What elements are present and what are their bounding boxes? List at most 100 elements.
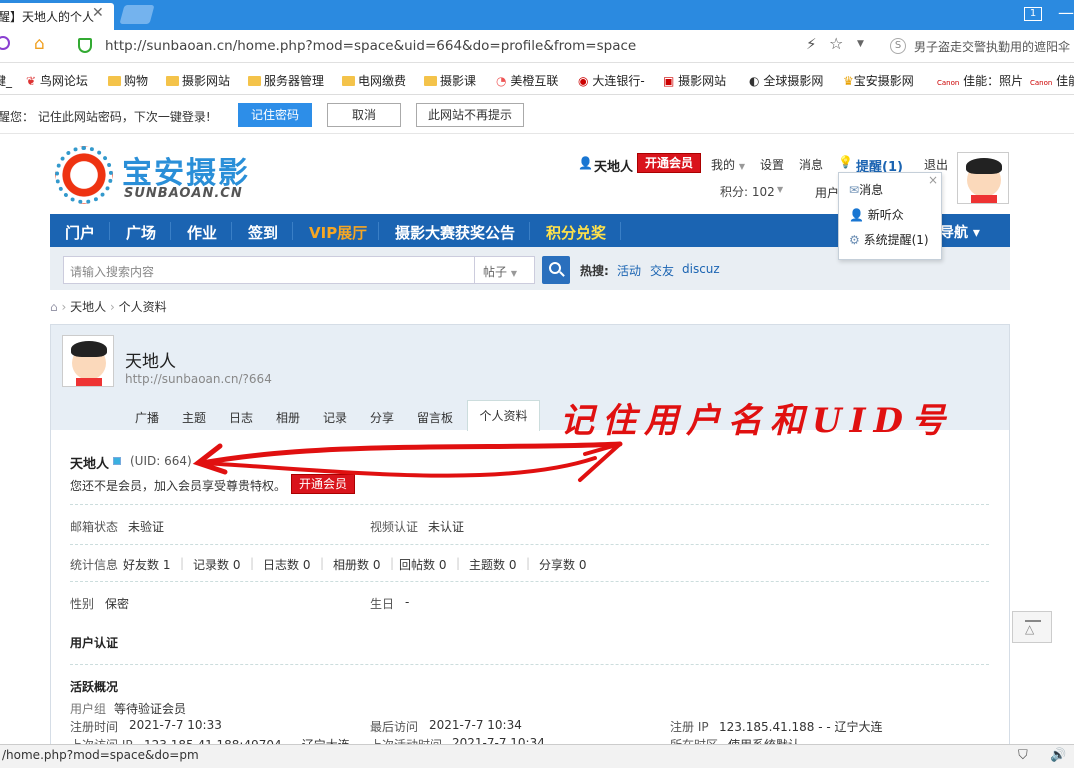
minimize-icon[interactable]: — xyxy=(1058,3,1074,22)
bookmark-item[interactable]: 键_ xyxy=(0,72,12,89)
star-icon[interactable]: ☆ xyxy=(829,34,843,53)
home-icon[interactable]: ⌂ xyxy=(34,34,45,54)
breadcrumb-user[interactable]: 天地人 xyxy=(70,300,106,314)
credits-link[interactable]: 积分: 102 xyxy=(720,183,775,200)
nav-item-homework[interactable]: 作业 xyxy=(187,222,217,243)
bookmark-label: 佳能：照片 xyxy=(963,74,1024,88)
bookmark-item[interactable]: 购物 xyxy=(108,72,148,89)
folder-icon xyxy=(424,76,437,86)
bookmark-item[interactable]: ▣ 摄影网站 xyxy=(663,72,726,89)
window-list-icon[interactable]: 1 xyxy=(1024,7,1042,21)
chevron-down-icon[interactable]: ▼ xyxy=(857,39,864,49)
canon-icon: Canon xyxy=(1030,79,1053,87)
nav-item-square[interactable]: 广场 xyxy=(126,222,156,243)
stat-replies[interactable]: 回帖数 0 xyxy=(399,556,446,573)
bookmark-item[interactable]: ◉ 大连银行- xyxy=(578,72,645,89)
profile-avatar[interactable] xyxy=(62,335,114,387)
globe-icon: ◐ xyxy=(749,74,760,88)
stat-records[interactable]: 记录数 0 xyxy=(193,556,240,573)
bookmark-item[interactable]: Canon 佳能 xyxy=(1030,72,1074,89)
nav-divider xyxy=(109,222,110,240)
canon-icon: Canon xyxy=(937,79,960,87)
profile-url[interactable]: http://sunbaoan.cn/?664 xyxy=(125,372,272,386)
top-link-my[interactable]: 我的 ▼ xyxy=(711,156,745,173)
profile-username: 天地人 xyxy=(70,457,110,472)
new-tab-button[interactable] xyxy=(119,5,155,24)
search-engine-icon[interactable]: S xyxy=(890,38,906,54)
chevron-down-icon[interactable]: ▼ xyxy=(777,185,783,194)
dropdown-item-messages[interactable]: ✉消息 xyxy=(849,181,883,198)
tab-broadcast[interactable]: 广播 xyxy=(135,409,159,426)
tab-share[interactable]: 分享 xyxy=(370,409,394,426)
hot-word-link[interactable]: discuz xyxy=(682,262,720,276)
news-ticker[interactable]: 男子盗走交警执勤用的遮阳伞 xyxy=(914,38,1070,55)
hot-word-link[interactable]: 活动 xyxy=(617,262,641,279)
nav-item-vip[interactable]: VIP展厅 xyxy=(309,222,367,243)
cancel-button[interactable]: 取消 xyxy=(327,103,401,127)
bookmark-item[interactable]: Canon 佳能：照片 xyxy=(937,72,1023,89)
bookmark-label: 摄影网站 xyxy=(182,74,231,88)
hot-word-link[interactable]: 交友 xyxy=(650,262,674,279)
bookmark-item[interactable]: ♛宝安摄影网 xyxy=(843,72,914,89)
stat-threads[interactable]: 主题数 0 xyxy=(469,556,516,573)
bookmark-label: 摄影网站 xyxy=(678,74,727,88)
folder-icon xyxy=(248,76,261,86)
never-remind-button[interactable]: 此网站不再提示 xyxy=(416,103,524,127)
shield-icon[interactable]: ⛉ xyxy=(1018,748,1028,763)
hot-search-label: 热搜: xyxy=(580,264,609,278)
back-to-top-button[interactable]: △ xyxy=(1012,611,1052,643)
tab-close-icon[interactable]: ✕ xyxy=(92,5,104,21)
nav-item-portal[interactable]: 门户 xyxy=(65,222,95,243)
search-input[interactable]: 请输入搜索内容 xyxy=(63,256,475,284)
tab-profile[interactable]: 个人资料 xyxy=(467,400,540,431)
user-icon: 👤 xyxy=(578,156,593,170)
bookmark-item[interactable]: 服务器管理 xyxy=(248,72,324,89)
url-field[interactable]: http://sunbaoan.cn/home.php?mod=space&ui… xyxy=(105,38,636,54)
search-button[interactable] xyxy=(542,256,570,284)
nav-quick-menu[interactable]: 导航 ▾ xyxy=(940,222,980,242)
breadcrumb: ⌂ › 天地人 › 个人资料 xyxy=(50,300,167,314)
home-icon[interactable]: ⌂ xyxy=(50,300,58,314)
shield-icon xyxy=(78,38,92,53)
username-link[interactable]: 天地人 xyxy=(594,156,633,175)
tab-records[interactable]: 记录 xyxy=(323,409,347,426)
top-link-settings[interactable]: 设置 xyxy=(760,156,784,173)
stat-shares[interactable]: 分享数 0 xyxy=(539,556,586,573)
remember-password-button[interactable]: 记住密码 xyxy=(238,103,312,127)
tab-album[interactable]: 相册 xyxy=(276,409,300,426)
up-arrow-icon: △ xyxy=(1025,622,1035,636)
open-vip-button-top[interactable]: 开通会员 xyxy=(637,153,701,173)
bookmark-label: 鸟网论坛 xyxy=(39,74,88,88)
bookmark-item[interactable]: ❦ 鸟网论坛 xyxy=(26,72,88,89)
reg-time-value: 2021-7-7 10:33 xyxy=(129,718,222,732)
avatar-hair xyxy=(966,158,1002,174)
group-value[interactable]: 等待验证会员 xyxy=(114,700,186,717)
dropdown-close-icon[interactable]: × xyxy=(928,173,938,187)
tab-guestbook[interactable]: 留言板 xyxy=(417,409,453,426)
top-link-messages[interactable]: 消息 xyxy=(799,156,823,173)
stats-label: 统计信息 xyxy=(70,558,119,572)
dropdown-item-followers[interactable]: 👤 新听众 xyxy=(849,206,904,223)
top-link-logout[interactable]: 退出 xyxy=(924,156,948,173)
stat-blogs[interactable]: 日志数 0 xyxy=(263,556,310,573)
speaker-icon[interactable]: 🔊 xyxy=(1050,748,1066,763)
tab-blog[interactable]: 日志 xyxy=(229,409,253,426)
dropdown-item-system[interactable]: ⚙ 系统提醒(1) xyxy=(849,231,929,248)
bookmark-item[interactable]: 电网缴费 xyxy=(342,72,406,89)
nav-item-checkin[interactable]: 签到 xyxy=(248,222,278,243)
top-avatar[interactable] xyxy=(957,152,1009,204)
tab-topics[interactable]: 主题 xyxy=(182,409,206,426)
status-url: /home.php?mod=space&do=pm xyxy=(2,748,199,762)
stat-albums[interactable]: 相册数 0 xyxy=(333,556,380,573)
nav-item-points[interactable]: 积分兑奖 xyxy=(546,222,606,243)
stat-friends[interactable]: 好友数 1 xyxy=(123,556,170,573)
nav-item-contest[interactable]: 摄影大赛获奖公告 xyxy=(395,222,515,243)
bookmark-item[interactable]: 摄影课 xyxy=(424,72,476,89)
bookmark-item[interactable]: 摄影网站 xyxy=(166,72,230,89)
user-group-link[interactable]: 用户 xyxy=(815,184,839,201)
lightning-icon[interactable]: ⚡ xyxy=(806,35,817,53)
site-logo-icon[interactable] xyxy=(55,146,113,204)
search-type-select[interactable]: 帖子 ▼ xyxy=(474,256,535,284)
bookmark-item[interactable]: ◐ 全球摄影网 xyxy=(749,72,823,89)
bookmark-item[interactable]: ◔ 美橙互联 xyxy=(496,72,558,89)
